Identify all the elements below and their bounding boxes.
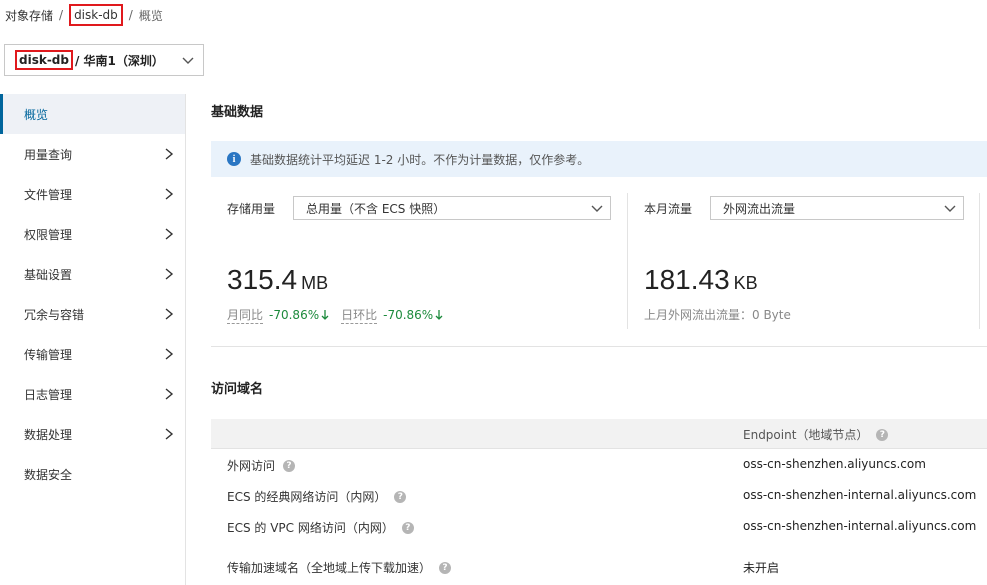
breadcrumb-separator: / [128,8,133,22]
sidebar-item-label: 用量查询 [24,147,73,162]
help-icon[interactable]: ? [401,521,414,534]
storage-select-value: 总用量（不含 ECS 快照） [306,201,446,216]
storage-unit: MB [301,273,329,293]
sidebar-item-redundancy[interactable]: 冗余与容错 [0,294,185,334]
chevron-right-icon [165,268,174,280]
endpoint-row-value: oss-cn-shenzhen.aliyuncs.com [743,457,926,471]
traffic-type-select[interactable]: 外网流出流量 [710,196,964,220]
sidebar-item-label: 传输管理 [24,347,73,362]
endpoint-column-header: Endpoint（地域节点） [743,428,869,442]
chevron-right-icon [165,148,174,160]
bucket-region: / 华南1（深圳） [75,53,164,68]
endpoint-row-name: 传输加速域名（全地域上传下载加速） [227,561,432,575]
endpoint-row-value: oss-cn-shenzhen-internal.aliyuncs.com [743,519,977,533]
breadcrumb-bucket-link[interactable]: disk-db [69,4,123,26]
sidebar-nav: 概览 用量查询 文件管理 权限管理 基础设置 冗余与容错 传输管理 日志管理 数… [0,94,186,585]
storage-label: 存储用量 [227,201,276,216]
breadcrumb-root-link[interactable]: 对象存储 [5,7,53,24]
bucket-name: disk-db [15,50,73,70]
endpoint-table-header: Endpoint（地域节点） ? [211,419,987,449]
storage-type-select[interactable]: 总用量（不含 ECS 快照） [293,196,611,220]
help-icon[interactable]: ? [439,561,452,574]
endpoint-row-name: ECS 的经典网络访问（内网） [227,490,387,504]
endpoint-row-value: oss-cn-shenzhen-internal.aliyuncs.com [743,488,977,502]
traffic-select-value: 外网流出流量 [723,201,796,216]
arrow-down-icon [435,310,443,320]
chevron-right-icon [165,428,174,440]
chevron-right-icon [165,388,174,400]
card-divider [979,193,980,329]
table-row: 传输加速域名（全地域上传下载加速） ? 未开启 [211,552,987,582]
sidebar-item-transfer[interactable]: 传输管理 [0,334,185,374]
sidebar-item-label: 文件管理 [24,187,73,202]
endpoint-row-name: 外网访问 [227,459,276,473]
section-divider [211,346,987,347]
info-icon: i [227,152,241,166]
chevron-down-icon [591,205,603,212]
sidebar-item-label: 数据处理 [24,427,73,442]
chevron-right-icon [165,188,174,200]
sidebar-item-data-processing[interactable]: 数据处理 [0,414,185,454]
chevron-down-icon [182,57,194,64]
bucket-selector[interactable]: disk-db / 华南1（深圳） [4,44,204,76]
chevron-down-icon [944,205,956,212]
table-row: ECS 的 VPC 网络访问（内网） ? oss-cn-shenzhen-int… [211,512,987,542]
sidebar-item-label: 日志管理 [24,387,73,402]
mom-value: -70.86% [269,308,320,322]
notice-text: 基础数据统计平均延迟 1-2 小时。不作为计量数据，仅作参考。 [250,152,590,167]
sidebar-item-usage[interactable]: 用量查询 [0,134,185,174]
traffic-label: 本月流量 [644,201,693,216]
breadcrumb-separator: / [59,8,64,22]
sidebar-item-label: 数据安全 [24,467,73,482]
storage-compare: 月同比 -70.86% 日环比 -70.86% [227,306,443,324]
sidebar-item-label: 基础设置 [24,267,73,282]
storage-card: 存储用量 总用量（不含 ECS 快照） 315.4 MB 月同比 -70.86% … [227,196,612,324]
table-row: ECS 的经典网络访问（内网） ? oss-cn-shenzhen-intern… [211,481,987,511]
storage-number: 315.4 [227,264,298,295]
sidebar-item-files[interactable]: 文件管理 [0,174,185,214]
chevron-right-icon [165,308,174,320]
endpoint-row-name: ECS 的 VPC 网络访问（内网） [227,521,394,535]
sidebar-item-label: 权限管理 [24,227,73,242]
traffic-card: 本月流量 外网流出流量 181.43 KB 上月外网流出流量：0 Byte [644,196,964,324]
sidebar-item-logs[interactable]: 日志管理 [0,374,185,414]
traffic-number: 181.43 [644,264,730,295]
help-icon[interactable]: ? [283,459,296,472]
domains-title: 访问域名 [211,382,264,397]
traffic-last-month: 上月外网流出流量：0 Byte [644,308,791,322]
table-row: 外网访问 ? oss-cn-shenzhen.aliyuncs.com [211,450,987,480]
sidebar-item-label: 概览 [24,107,49,122]
chevron-right-icon [165,348,174,360]
basic-data-title: 基础数据 [211,105,264,120]
traffic-unit: KB [733,273,758,293]
info-notice: i 基础数据统计平均延迟 1-2 小时。不作为计量数据，仅作参考。 [211,141,987,177]
sidebar-item-data-security[interactable]: 数据安全 [0,454,185,494]
storage-value: 315.4 MB [227,264,328,296]
traffic-value: 181.43 KB [644,264,758,296]
mom-label[interactable]: 月同比 [227,306,264,324]
sidebar-item-basic-settings[interactable]: 基础设置 [0,254,185,294]
sidebar-item-overview[interactable]: 概览 [0,94,185,134]
endpoint-row-value: 未开启 [743,561,780,575]
arrow-down-icon [321,310,329,320]
chevron-right-icon [165,228,174,240]
sidebar-item-label: 冗余与容错 [24,307,85,322]
sidebar-item-permissions[interactable]: 权限管理 [0,214,185,254]
card-divider [627,193,628,329]
dod-label[interactable]: 日环比 [341,306,378,324]
help-icon[interactable]: ? [394,490,407,503]
breadcrumb: 对象存储 / disk-db / 概览 [5,4,163,26]
breadcrumb-current: 概览 [138,8,163,23]
dod-value: -70.86% [383,308,434,322]
help-icon[interactable]: ? [876,428,889,441]
